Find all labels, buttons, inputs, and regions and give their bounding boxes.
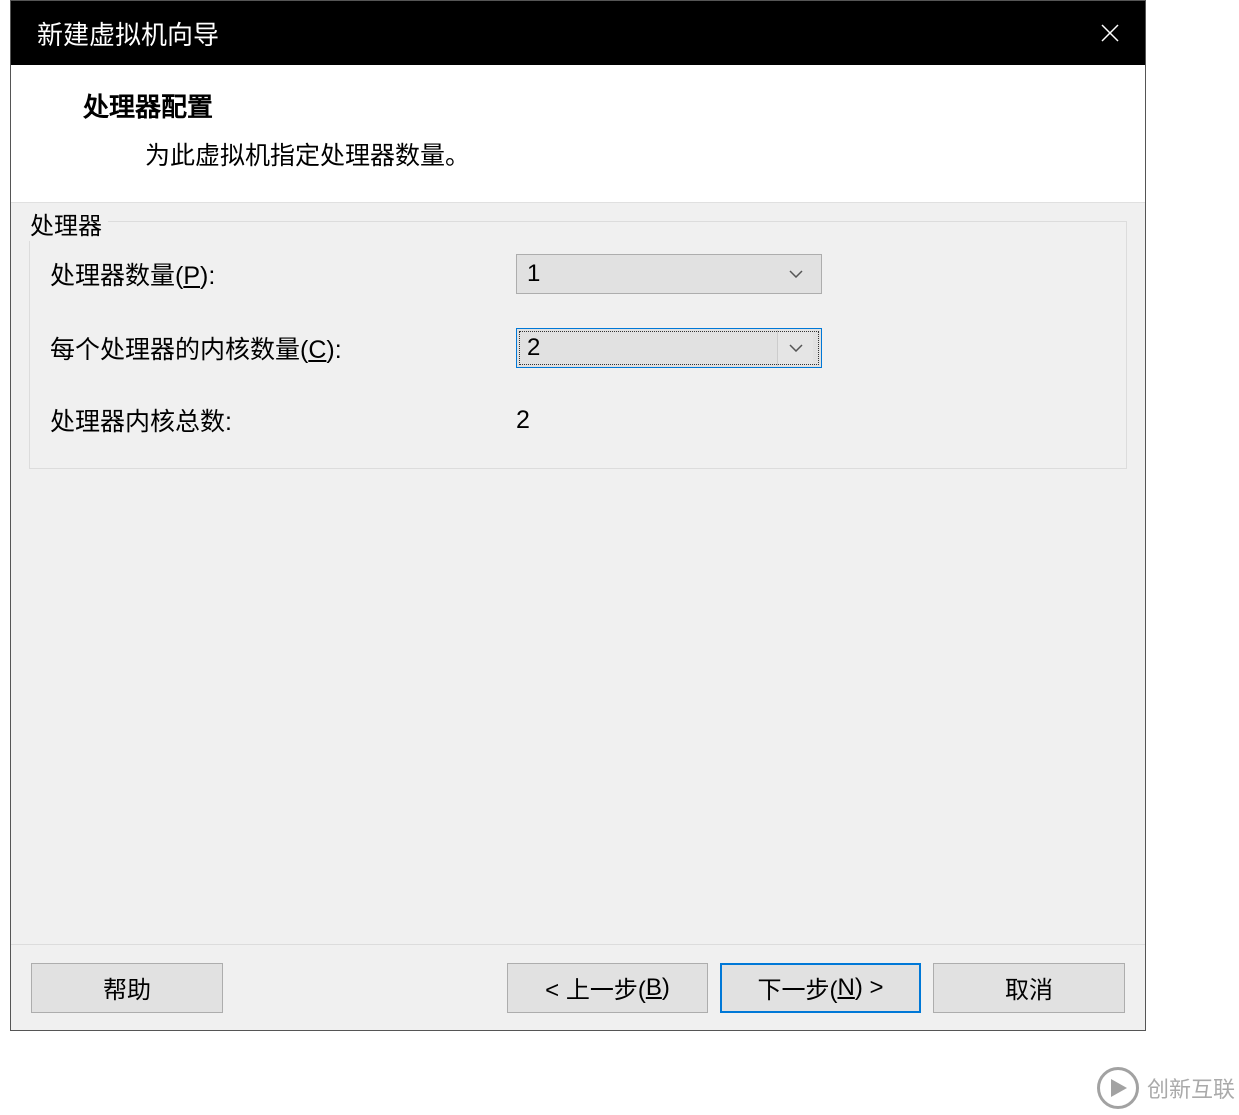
row-cores-per-processor: 每个处理器的内核数量(C): 2 xyxy=(50,328,1106,368)
cancel-button[interactable]: 取消 xyxy=(933,963,1125,1013)
window-title: 新建虚拟机向导 xyxy=(37,15,219,52)
content-area: 处理器 处理器数量(P): 1 每个处理器的内核数量(C): xyxy=(11,203,1145,944)
combo-processor-count[interactable]: 1 xyxy=(516,254,822,294)
row-processor-count: 处理器数量(P): 1 xyxy=(50,254,1106,294)
label-total-cores: 处理器内核总数: xyxy=(50,402,516,438)
wizard-window: 新建虚拟机向导 处理器配置 为此虚拟机指定处理器数量。 处理器 处理器数量(P)… xyxy=(10,0,1146,1031)
chevron-down-icon xyxy=(777,330,813,366)
processors-group: 处理器 处理器数量(P): 1 每个处理器的内核数量(C): xyxy=(29,221,1127,469)
chevron-down-icon xyxy=(777,256,813,292)
close-icon xyxy=(1100,23,1120,43)
titlebar: 新建虚拟机向导 xyxy=(11,1,1145,65)
watermark-logo-icon xyxy=(1097,1067,1139,1109)
label-cores-per-processor: 每个处理器的内核数量(C): xyxy=(50,330,516,366)
close-button[interactable] xyxy=(1075,1,1145,65)
watermark: 创新互联 xyxy=(1093,1061,1239,1115)
combo-cores-per-processor[interactable]: 2 xyxy=(516,328,822,368)
combo-cores-value: 2 xyxy=(527,334,540,362)
page-title: 处理器配置 xyxy=(83,87,1145,124)
group-legend: 处理器 xyxy=(28,206,108,241)
wizard-header: 处理器配置 为此虚拟机指定处理器数量。 xyxy=(11,65,1145,203)
back-button[interactable]: < 上一步(B) xyxy=(507,963,708,1013)
page-subtitle: 为此虚拟机指定处理器数量。 xyxy=(83,136,1145,172)
label-processor-count: 处理器数量(P): xyxy=(50,256,516,292)
combo-processor-count-value: 1 xyxy=(527,260,540,288)
help-button[interactable]: 帮助 xyxy=(31,963,223,1013)
value-total-cores: 2 xyxy=(516,406,530,435)
watermark-text: 创新互联 xyxy=(1147,1072,1235,1104)
next-button[interactable]: 下一步(N) > xyxy=(720,963,921,1013)
row-total-cores: 处理器内核总数: 2 xyxy=(50,402,1106,438)
button-bar: 帮助 < 上一步(B) 下一步(N) > 取消 xyxy=(11,944,1145,1030)
